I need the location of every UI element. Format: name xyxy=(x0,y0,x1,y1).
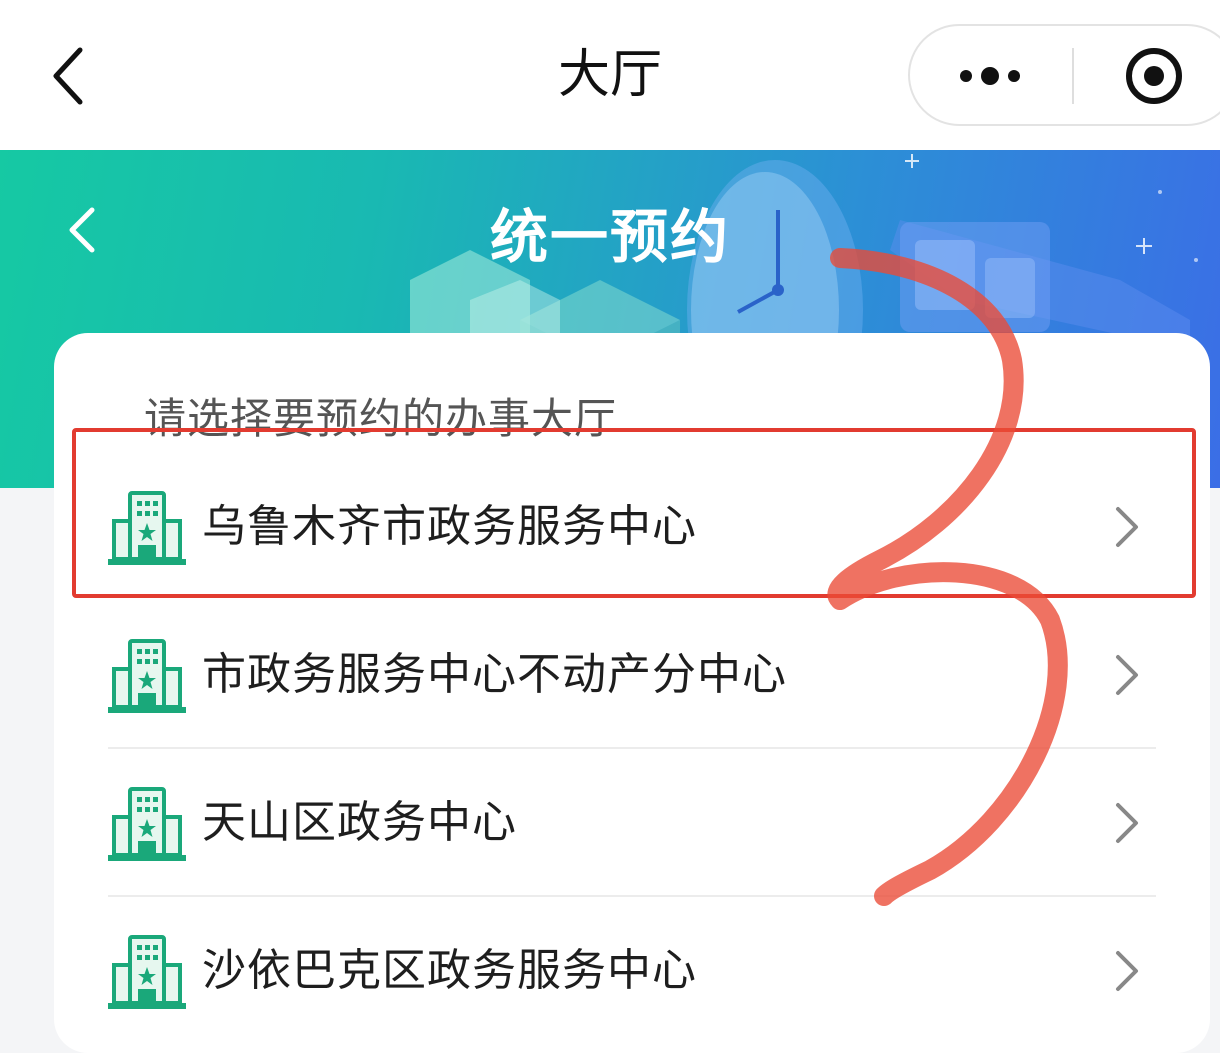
building-icon xyxy=(108,787,186,861)
chevron-right-icon xyxy=(1116,655,1138,695)
capsule-divider xyxy=(1072,48,1074,104)
navigation-bar: 大厅 xyxy=(0,0,1220,150)
chevron-right-icon xyxy=(1116,803,1138,843)
hall-item-urumqi-service-center[interactable]: 乌鲁木齐市政务服务中心 xyxy=(54,453,1210,601)
banner-title: 统一预约 xyxy=(489,203,730,271)
hall-item-label: 天山区政务中心 xyxy=(202,797,517,848)
mini-program-capsule xyxy=(908,24,1220,126)
hall-item-label: 沙依巴克区政务服务中心 xyxy=(202,945,697,996)
selection-prompt: 请选择要预约的办事大厅 xyxy=(144,394,618,443)
back-icon[interactable] xyxy=(40,38,100,114)
hall-selection-card: 请选择要预约的办事大厅 乌鲁木齐市政务服务中心 市政务服务中心不动产分中心 天山… xyxy=(54,333,1210,1053)
chevron-right-icon xyxy=(1116,507,1138,547)
hall-item-real-estate-subcenter[interactable]: 市政务服务中心不动产分中心 xyxy=(54,601,1210,749)
more-dots-icon[interactable] xyxy=(910,26,1072,126)
hall-item-label: 市政务服务中心不动产分中心 xyxy=(202,649,787,700)
building-icon xyxy=(108,639,186,713)
building-icon xyxy=(108,491,186,565)
target-circle-icon[interactable] xyxy=(1106,40,1206,112)
building-icon xyxy=(108,935,186,1009)
hall-item-label: 乌鲁木齐市政务服务中心 xyxy=(202,501,697,552)
chevron-right-icon xyxy=(1116,951,1138,991)
hall-item-tianshan-district[interactable]: 天山区政务中心 xyxy=(54,749,1210,897)
hall-item-saybag-district[interactable]: 沙依巴克区政务服务中心 xyxy=(54,897,1210,1045)
hall-list: 乌鲁木齐市政务服务中心 市政务服务中心不动产分中心 天山区政务中心 沙依巴克区政… xyxy=(54,453,1210,1045)
